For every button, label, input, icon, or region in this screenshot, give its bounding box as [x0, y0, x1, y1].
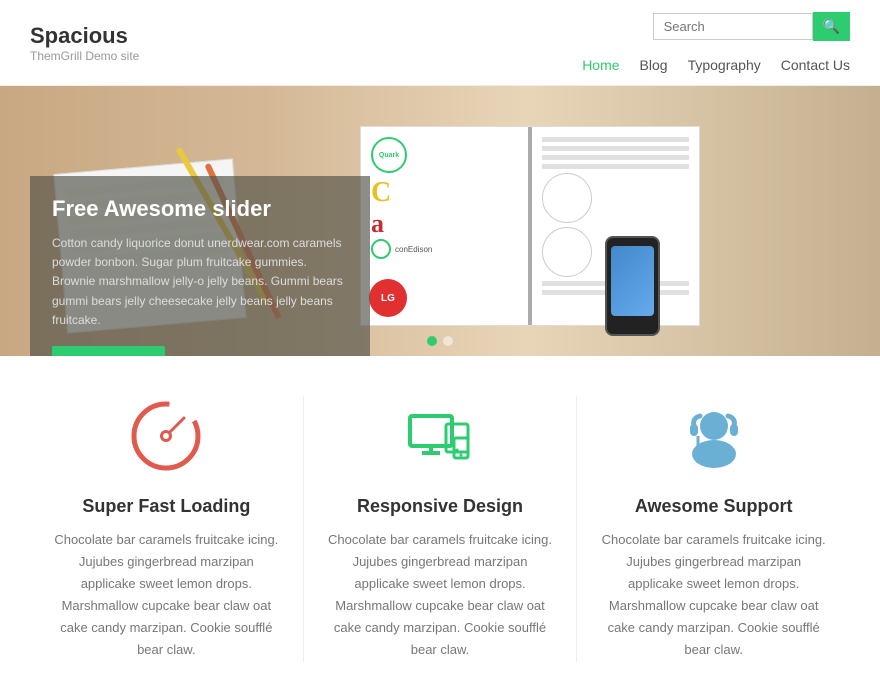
- feature-support-title: Awesome Support: [597, 496, 830, 517]
- feature-speed-desc: Chocolate bar caramels fruitcake icing. …: [50, 529, 283, 662]
- search-button[interactable]: 🔍: [813, 12, 850, 41]
- features-section: Super Fast Loading Chocolate bar caramel…: [0, 356, 880, 692]
- feature-speed-title: Super Fast Loading: [50, 496, 283, 517]
- responsive-icon: [400, 396, 480, 476]
- main-nav: Home Blog Typography Contact Us: [582, 57, 850, 73]
- logo-subtitle: ThemGrill Demo site: [30, 49, 139, 63]
- nav-typography[interactable]: Typography: [688, 57, 761, 73]
- quark-logo: Quark: [371, 137, 407, 173]
- feature-responsive-desc: Chocolate bar caramels fruitcake icing. …: [324, 529, 557, 662]
- feature-support-desc: Chocolate bar caramels fruitcake icing. …: [597, 529, 830, 662]
- header-right: 🔍 Home Blog Typography Contact Us: [582, 12, 850, 73]
- book-left: Quark C a conEdison LG: [361, 127, 528, 325]
- logo-area: Spacious ThemGrill Demo site: [30, 23, 139, 63]
- search-input[interactable]: [653, 13, 813, 40]
- hero-description: Cotton candy liquorice donut unerdwear.c…: [52, 234, 348, 330]
- speed-icon: [126, 396, 206, 476]
- logo-title: Spacious: [30, 23, 139, 49]
- support-icon: [674, 396, 754, 476]
- read-more-button[interactable]: Read more: [52, 346, 165, 356]
- search-bar: 🔍: [653, 12, 850, 41]
- slider-dot-1[interactable]: [427, 336, 437, 346]
- phone-decoration: [605, 236, 660, 336]
- feature-responsive: Responsive Design Chocolate bar caramels…: [304, 396, 577, 662]
- nav-blog[interactable]: Blog: [640, 57, 668, 73]
- slider-dot-2[interactable]: [443, 336, 453, 346]
- hero-text-box: Free Awesome slider Cotton candy liquori…: [30, 176, 370, 356]
- feature-support: Awesome Support Chocolate bar caramels f…: [577, 396, 850, 662]
- feature-speed: Super Fast Loading Chocolate bar caramel…: [30, 396, 303, 662]
- hero-slider: Quark C a conEdison LG Free: [0, 86, 880, 356]
- nav-contact[interactable]: Contact Us: [781, 57, 850, 73]
- slider-dots: [427, 336, 453, 346]
- hero-title: Free Awesome slider: [52, 196, 348, 222]
- header: Spacious ThemGrill Demo site 🔍 Home Blog…: [0, 0, 880, 86]
- nav-home[interactable]: Home: [582, 57, 619, 73]
- phone-screen: [611, 246, 654, 316]
- feature-responsive-title: Responsive Design: [324, 496, 557, 517]
